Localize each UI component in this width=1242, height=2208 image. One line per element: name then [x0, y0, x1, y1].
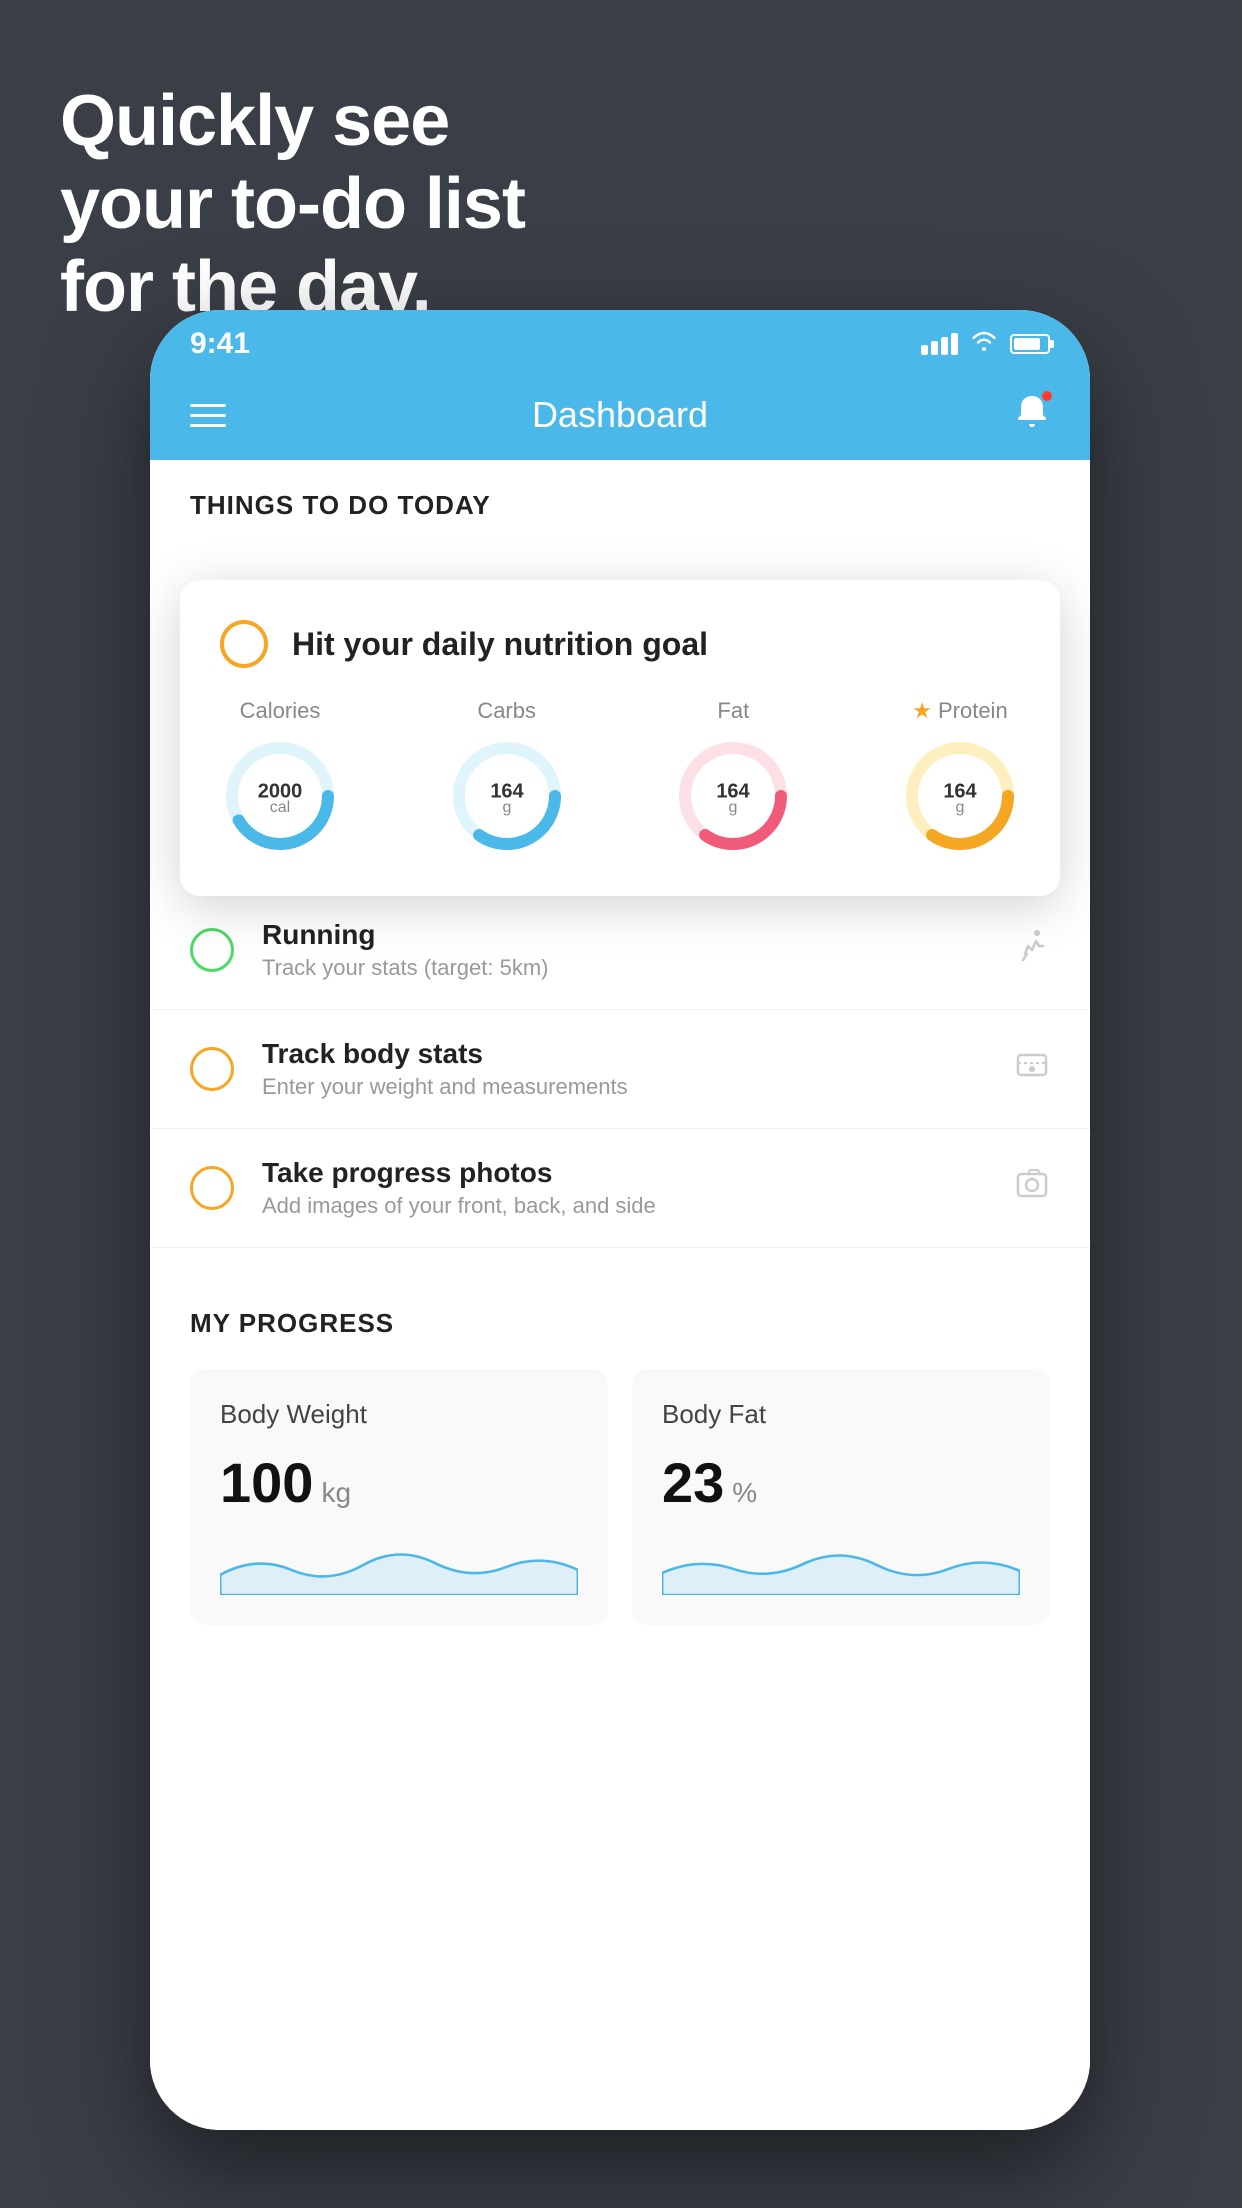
wifi-icon: [970, 330, 998, 358]
todo-text-body-stats: Track body stats Enter your weight and m…: [262, 1038, 986, 1100]
todo-text-photos: Take progress photos Add images of your …: [262, 1157, 986, 1219]
todo-desc-photos: Add images of your front, back, and side: [262, 1193, 986, 1219]
protein-label-row: ★ Protein: [912, 698, 1007, 724]
body-fat-card: Body Fat 23 %: [632, 1369, 1050, 1625]
body-fat-title: Body Fat: [662, 1399, 1020, 1430]
fat-donut: 164 g: [673, 736, 793, 856]
todo-list: Running Track your stats (target: 5km): [150, 891, 1090, 1248]
photo-icon: [1014, 1166, 1050, 1211]
svg-text:g: g: [502, 799, 511, 816]
todo-circle-body-stats: [190, 1047, 234, 1091]
body-weight-title: Body Weight: [220, 1399, 578, 1430]
fat-label: Fat: [717, 698, 749, 724]
todo-circle-running: [190, 928, 234, 972]
todo-text-running: Running Track your stats (target: 5km): [262, 919, 986, 981]
calories-label: Calories: [240, 698, 321, 724]
things-section-header: THINGS TO DO TODAY: [150, 460, 1090, 531]
hamburger-menu[interactable]: [190, 404, 226, 427]
todo-desc-body-stats: Enter your weight and measurements: [262, 1074, 986, 1100]
body-weight-wave: [220, 1535, 578, 1595]
nutrition-circles: Calories 2000 cal Carbs: [220, 698, 1020, 856]
card-title: Hit your daily nutrition goal: [292, 626, 708, 663]
signal-icon: [921, 333, 958, 355]
body-weight-card: Body Weight 100 kg: [190, 1369, 608, 1625]
progress-section: MY PROGRESS Body Weight 100 kg: [150, 1268, 1090, 1665]
progress-cards: Body Weight 100 kg: [190, 1369, 1050, 1625]
nutrition-calories: Calories 2000 cal: [220, 698, 340, 856]
nutrition-protein: ★ Protein 164 g: [900, 698, 1020, 856]
nav-bar: Dashboard: [150, 370, 1090, 460]
main-content: THINGS TO DO TODAY Hit your daily nutrit…: [150, 460, 1090, 2130]
status-time: 9:41: [190, 327, 250, 361]
todo-name-running: Running: [262, 919, 986, 951]
todo-item-photos[interactable]: Take progress photos Add images of your …: [150, 1129, 1090, 1248]
todo-circle-photos: [190, 1166, 234, 1210]
svg-text:g: g: [956, 799, 965, 816]
things-section-title: THINGS TO DO TODAY: [190, 490, 491, 520]
nutrition-carbs: Carbs 164 g: [447, 698, 567, 856]
carbs-label: Carbs: [477, 698, 536, 724]
body-weight-number: 100: [220, 1450, 313, 1515]
body-fat-number: 23: [662, 1450, 724, 1515]
running-icon: [1014, 928, 1050, 973]
protein-donut: 164 g: [900, 736, 1020, 856]
todo-name-body-stats: Track body stats: [262, 1038, 986, 1070]
svg-text:g: g: [729, 799, 738, 816]
todo-item-body-stats[interactable]: Track body stats Enter your weight and m…: [150, 1010, 1090, 1129]
body-fat-wave: [662, 1535, 1020, 1595]
nav-title: Dashboard: [532, 394, 708, 436]
body-fat-value-row: 23 %: [662, 1450, 1020, 1515]
scale-icon: [1014, 1047, 1050, 1092]
todo-name-photos: Take progress photos: [262, 1157, 986, 1189]
progress-title: MY PROGRESS: [190, 1308, 1050, 1339]
status-bar: 9:41: [150, 310, 1090, 370]
star-icon: ★: [912, 698, 932, 724]
bell-notification-dot: [1040, 389, 1054, 403]
svg-text:cal: cal: [270, 799, 290, 816]
phone-mockup: 9:41: [150, 310, 1090, 2130]
todo-circle-nutrition: [220, 620, 268, 668]
carbs-donut: 164 g: [447, 736, 567, 856]
nutrition-card: Hit your daily nutrition goal Calories 2…: [180, 580, 1060, 896]
headline-line2: your to-do list: [60, 163, 525, 246]
bell-icon[interactable]: [1014, 393, 1050, 438]
status-icons: [921, 330, 1050, 358]
battery-icon: [1010, 334, 1050, 354]
todo-desc-running: Track your stats (target: 5km): [262, 955, 986, 981]
body-fat-unit: %: [732, 1477, 757, 1509]
headline-line1: Quickly see: [60, 80, 525, 163]
protein-label: Protein: [938, 698, 1008, 724]
body-weight-unit: kg: [321, 1477, 351, 1509]
todo-item-running[interactable]: Running Track your stats (target: 5km): [150, 891, 1090, 1010]
calories-donut: 2000 cal: [220, 736, 340, 856]
headline: Quickly see your to-do list for the day.: [60, 80, 525, 328]
card-header: Hit your daily nutrition goal: [220, 620, 1020, 668]
nutrition-fat: Fat 164 g: [673, 698, 793, 856]
body-weight-value-row: 100 kg: [220, 1450, 578, 1515]
